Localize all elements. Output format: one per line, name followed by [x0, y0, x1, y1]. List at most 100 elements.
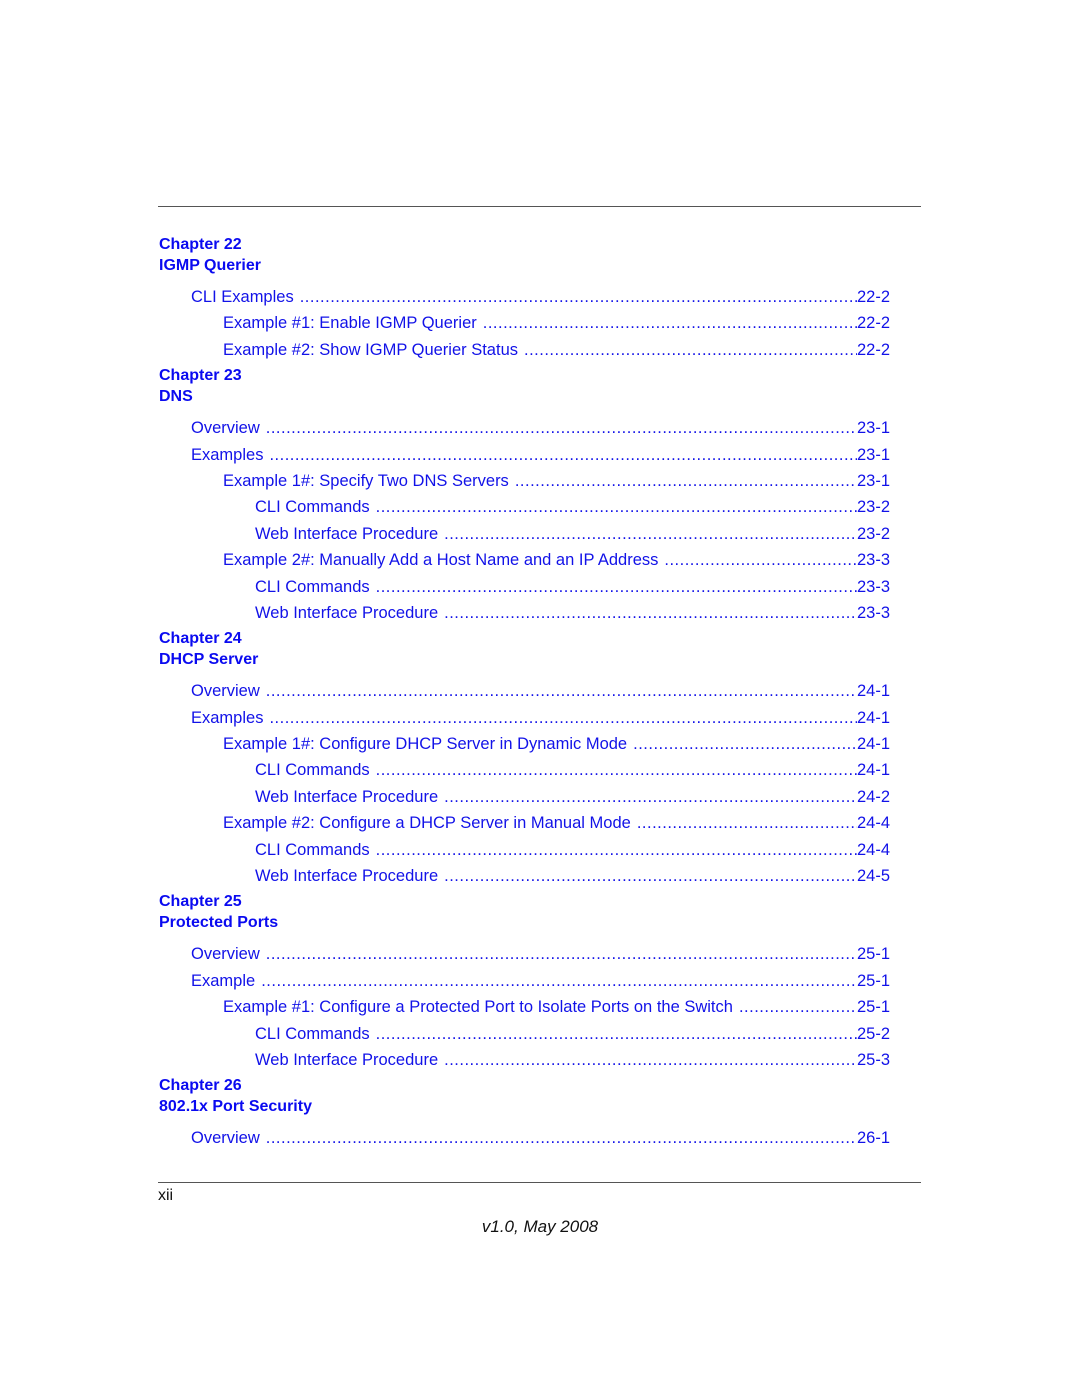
- dot-leader: [444, 1047, 857, 1073]
- chapter-label[interactable]: Chapter 23: [159, 365, 890, 386]
- toc-entry-page: 23-1: [856, 419, 890, 438]
- toc-entry-label: Web Interface Procedure: [255, 603, 439, 622]
- dot-leader: [633, 731, 857, 757]
- dot-leader: [300, 284, 857, 310]
- chapter-title[interactable]: IGMP Querier: [159, 255, 890, 276]
- toc-entry[interactable]: Web Interface Procedure 24-2: [159, 784, 890, 810]
- toc-entry[interactable]: CLI Examples 22-2: [159, 284, 890, 310]
- chapter-title[interactable]: DHCP Server: [159, 649, 890, 670]
- toc-entry-label: Overview: [191, 1129, 260, 1148]
- chapter-block: Chapter 22IGMP QuerierCLI Examples22-2Ex…: [159, 234, 890, 363]
- toc-entry[interactable]: Examples 24-1: [159, 705, 890, 731]
- toc-entry-label: Example 1#: Configure DHCP Server in Dyn…: [223, 735, 628, 754]
- dot-leader: [376, 757, 857, 783]
- toc-entry-page: 24-1: [856, 682, 890, 701]
- toc-entry-label: Web Interface Procedure: [255, 524, 439, 543]
- toc-entry-page: 24-4: [856, 814, 890, 833]
- toc-entry[interactable]: CLI Commands 24-4: [159, 837, 890, 863]
- bottom-rule: [158, 1182, 921, 1183]
- toc-entry-page: 25-1: [856, 971, 890, 990]
- dot-leader: [483, 310, 857, 336]
- toc-entry[interactable]: CLI Commands 25-2: [159, 1021, 890, 1047]
- chapter-label[interactable]: Chapter 25: [159, 891, 890, 912]
- toc-entry-label: CLI Commands: [255, 840, 370, 859]
- top-rule: [158, 206, 921, 207]
- toc-entry[interactable]: Example #2: Show IGMP Querier Status 22-2: [159, 337, 890, 363]
- chapter-label[interactable]: Chapter 26: [159, 1075, 890, 1096]
- toc-entry[interactable]: Overview 25-1: [159, 941, 890, 967]
- dot-leader: [637, 810, 857, 836]
- chapter-label[interactable]: Chapter 22: [159, 234, 890, 255]
- toc-entry-label: Example 1#: Specify Two DNS Servers: [223, 471, 509, 490]
- toc-entry-page: 24-1: [856, 761, 890, 780]
- dot-leader: [266, 415, 857, 441]
- dot-leader: [444, 863, 857, 889]
- toc-entry-page: 23-1: [856, 445, 890, 464]
- toc-entry[interactable]: Web Interface Procedure 23-2: [159, 521, 890, 547]
- dot-leader: [664, 547, 857, 573]
- toc-entry-label: Web Interface Procedure: [255, 787, 439, 806]
- chapter-title[interactable]: Protected Ports: [159, 912, 890, 933]
- toc-entry-label: Example: [191, 971, 256, 990]
- dot-leader: [376, 837, 857, 863]
- dot-leader: [376, 574, 857, 600]
- dot-leader: [376, 1021, 857, 1047]
- toc-entry[interactable]: Web Interface Procedure 23-3: [159, 600, 890, 626]
- toc-entry[interactable]: CLI Commands 23-3: [159, 574, 890, 600]
- table-of-contents: Chapter 22IGMP QuerierCLI Examples22-2Ex…: [159, 234, 890, 1154]
- chapter-block: Chapter 23DNSOverview23-1Examples23-1Exa…: [159, 365, 890, 626]
- toc-entry-page: 23-3: [856, 577, 890, 596]
- toc-entry[interactable]: Example 1#: Specify Two DNS Servers 23-1: [159, 468, 890, 494]
- toc-entry[interactable]: Example #1: Configure a Protected Port t…: [159, 994, 890, 1020]
- toc-entry-label: CLI Commands: [255, 577, 370, 596]
- toc-entry-label: CLI Commands: [255, 761, 370, 780]
- toc-entry[interactable]: CLI Commands 24-1: [159, 757, 890, 783]
- toc-entry-label: Overview: [191, 945, 260, 964]
- chapter-title[interactable]: DNS: [159, 386, 890, 407]
- toc-entry-page: 24-4: [856, 840, 890, 859]
- toc-entry[interactable]: Examples 23-1: [159, 442, 890, 468]
- toc-entry-page: 22-2: [856, 340, 890, 359]
- toc-entry-label: CLI Examples: [191, 288, 294, 306]
- dot-leader: [444, 784, 857, 810]
- toc-entry-page: 23-1: [856, 471, 890, 490]
- toc-entry[interactable]: Web Interface Procedure 25-3: [159, 1047, 890, 1073]
- toc-entry[interactable]: Web Interface Procedure 24-5: [159, 863, 890, 889]
- dot-leader: [376, 494, 857, 520]
- dot-leader: [266, 1125, 857, 1151]
- toc-entry-label: Example #1: Configure a Protected Port t…: [223, 998, 733, 1017]
- toc-entry-page: 25-3: [856, 1050, 890, 1069]
- toc-entry-label: Overview: [191, 682, 260, 701]
- chapter-title[interactable]: 802.1x Port Security: [159, 1096, 890, 1117]
- chapter-label[interactable]: Chapter 24: [159, 628, 890, 649]
- dot-leader: [269, 705, 857, 731]
- footer-version: v1.0, May 2008: [481, 1217, 599, 1236]
- toc-entry-label: Examples: [191, 445, 264, 464]
- toc-entry-label: Example #2: Configure a DHCP Server in M…: [223, 814, 631, 833]
- toc-entry-page: 24-1: [856, 735, 890, 754]
- toc-entry-page: 24-2: [856, 787, 890, 806]
- toc-entry-label: Example 2#: Manually Add a Host Name and…: [223, 551, 659, 570]
- toc-entry[interactable]: Example 25-1: [159, 968, 890, 994]
- toc-entry[interactable]: CLI Commands 23-2: [159, 494, 890, 520]
- toc-entry-page: 23-2: [856, 498, 890, 517]
- toc-entry-page: 26-1: [856, 1129, 890, 1148]
- toc-entry[interactable]: Example #1: Enable IGMP Querier 22-2: [159, 310, 890, 336]
- toc-entry[interactable]: Overview 24-1: [159, 678, 890, 704]
- dot-leader: [269, 442, 857, 468]
- toc-entry[interactable]: Overview 23-1: [159, 415, 890, 441]
- toc-entry-page: 25-2: [856, 1024, 890, 1043]
- dot-leader: [524, 337, 857, 363]
- toc-entry[interactable]: Overview 26-1: [159, 1125, 890, 1151]
- toc-entry[interactable]: Example #2: Configure a DHCP Server in M…: [159, 810, 890, 836]
- toc-entry-label: Overview: [191, 419, 260, 438]
- toc-entry[interactable]: Example 1#: Configure DHCP Server in Dyn…: [159, 731, 890, 757]
- dot-leader: [261, 968, 857, 994]
- toc-entry[interactable]: Example 2#: Manually Add a Host Name and…: [159, 547, 890, 573]
- dot-leader: [444, 521, 857, 547]
- toc-entry-label: CLI Commands: [255, 498, 370, 517]
- toc-entry-label: CLI Commands: [255, 1024, 370, 1043]
- toc-entry-page: 23-3: [856, 551, 890, 570]
- toc-entry-label: Examples: [191, 708, 264, 727]
- toc-entry-label: Example #1: Enable IGMP Querier: [223, 314, 477, 333]
